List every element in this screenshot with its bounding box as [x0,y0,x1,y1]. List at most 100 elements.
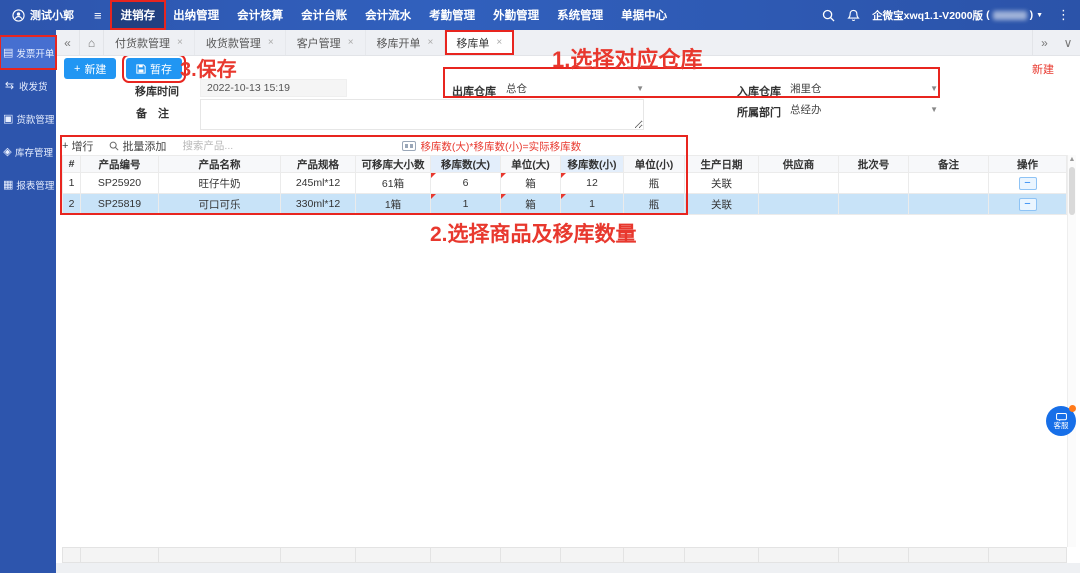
cell-unit-big[interactable]: 箱 [501,194,561,215]
vertical-scrollbar[interactable]: ▲ [1067,155,1076,547]
table-row[interactable]: 1 SP25920 旺仔牛奶 245ml*12 61箱 6 箱 12 瓶 关联 … [63,173,1067,194]
sidebar-item-report[interactable]: ▦ 报表管理 [0,168,56,201]
cell-qty-small[interactable]: 1 [561,194,624,215]
cell-batch[interactable] [839,173,909,194]
cell-batch[interactable] [839,194,909,215]
close-icon[interactable]: × [268,37,274,48]
plus-icon: + [62,140,68,152]
grid-toolbar: + 增行 批量添加 移库数(大)*移库数(小)=实际移库数 [62,138,1066,154]
customer-service-button[interactable]: 客服 [1046,406,1076,436]
cell-qty-big[interactable]: 1 [431,194,501,215]
footer-cell [989,548,1067,563]
menu-item-flow[interactable]: 会计流水 [356,2,420,28]
prod-date-link[interactable]: 关联 [685,194,759,215]
tab-overflow-icon[interactable]: » [1032,30,1056,55]
footer-cell [839,548,909,563]
cell-remark[interactable] [909,194,989,215]
cell-supplier[interactable] [759,194,839,215]
sidebar-item-shipping[interactable]: ⇆ 收发货 [0,69,56,102]
col-qty-big: 移库数(大) [431,156,501,173]
table-row-selected[interactable]: 2 SP25819 可口可乐 330ml*12 1箱 1 箱 1 瓶 关联 − [63,194,1067,215]
department-value: 总经办 [790,102,822,117]
department-label: 所属部门 [737,104,781,120]
product-search-input[interactable] [182,140,287,152]
menu-item-cashier[interactable]: 出纳管理 [164,2,228,28]
cell-unit-big[interactable]: 箱 [501,173,561,194]
cell-supplier[interactable] [759,173,839,194]
out-warehouse-select[interactable]: 总仓 ▼ [506,79,644,97]
col-prod-date: 生产日期 [685,156,759,173]
tab-receive-management[interactable]: 收货款管理 × [195,30,286,55]
tab-label: 付货款管理 [115,35,170,51]
batch-add-button[interactable]: 批量添加 [109,138,166,154]
bell-icon[interactable] [847,9,860,22]
save-icon [136,64,146,74]
plus-icon: + [74,63,80,75]
table-header-row: # 产品编号 产品名称 产品规格 可移库大小数 移库数(大) 单位(大) 移库数… [63,156,1067,173]
cell-qty-big[interactable]: 6 [431,173,501,194]
scrollbar-thumb[interactable] [1069,167,1075,215]
brand-paren: ( [986,9,990,21]
out-warehouse-value: 总仓 [506,81,527,96]
chevron-down-icon: ▼ [930,105,938,114]
sidebar-item-payment[interactable]: ▣ 货款管理 [0,102,56,135]
new-button[interactable]: + 新建 [64,58,116,79]
user-menu[interactable]: 测试小郭 [0,7,84,23]
avatar-icon [12,9,25,22]
menu-item-docs[interactable]: 单据中心 [612,2,676,28]
cell-unit-small[interactable]: 瓶 [624,194,685,215]
save-draft-button[interactable]: 暂存 [126,58,182,79]
department-select[interactable]: 总经办 ▼ [790,100,938,118]
footer-cell [81,548,159,563]
tab-customer-management[interactable]: 客户管理 × [286,30,366,55]
new-record-link[interactable]: 新建 [1032,61,1054,77]
collapse-tabs-icon[interactable]: « [56,30,80,55]
close-icon[interactable]: × [348,37,354,48]
tab-label: 收货款管理 [206,35,261,51]
menu-item-accounting[interactable]: 会计核算 [228,2,292,28]
cell-qty-small[interactable]: 12 [561,173,624,194]
sidebar-item-label: 货款管理 [16,112,54,126]
search-icon[interactable] [822,9,835,22]
main-menu: 进销存 出纳管理 会计核算 会计台账 会计流水 考勤管理 外勤管理 系统管理 单… [112,0,677,30]
cell-product-name[interactable]: 可口可乐 [159,194,281,215]
tab-transfer-order-create[interactable]: 移库开单 × [366,30,446,55]
menu-item-inventory[interactable]: 进销存 [112,2,165,28]
col-product-code: 产品编号 [81,156,159,173]
tab-pay-management[interactable]: 付货款管理 × [104,30,195,55]
close-icon[interactable]: × [177,37,183,48]
in-warehouse-select[interactable]: 湘里仓 ▼ [790,79,938,97]
add-row-label: 增行 [71,138,93,154]
prod-date-link[interactable]: 关联 [685,173,759,194]
sidebar-item-invoice[interactable]: ▤ 发票开单 [0,36,56,69]
tab-dropdown-icon[interactable]: ∨ [1056,30,1080,55]
cell-available: 61箱 [356,173,431,194]
home-icon[interactable]: ⌂ [80,30,104,55]
brand-version[interactable]: 企微宝xwq1.1-V2000版 ( ) ▼ [872,8,1043,23]
close-icon[interactable]: × [496,37,502,48]
menu-item-field[interactable]: 外勤管理 [484,2,548,28]
remove-row-button[interactable]: − [1019,177,1037,190]
footer-cell [501,548,561,563]
col-batch: 批次号 [839,156,909,173]
footer-cell [356,548,431,563]
add-row-button[interactable]: + 增行 [62,138,93,154]
brand-paren: ) [1030,9,1034,21]
cell-unit-small[interactable]: 瓶 [624,173,685,194]
remark-textarea[interactable] [200,99,644,130]
close-icon[interactable]: × [428,37,434,48]
sidebar-item-inventory[interactable]: ◈ 库存管理 [0,135,56,168]
scroll-up-icon[interactable]: ▲ [1068,155,1076,165]
menu-item-ledger[interactable]: 会计台账 [292,2,356,28]
hamburger-icon[interactable]: ≡ [84,8,112,23]
tab-transfer-order[interactable]: 移库单 × [445,30,514,55]
cell-remark[interactable] [909,173,989,194]
annotation-step3: 3.保存 [180,53,237,82]
remove-row-button[interactable]: − [1019,198,1037,211]
chevron-down-icon: ▼ [930,84,938,93]
col-action: 操作 [989,156,1067,173]
cell-product-name[interactable]: 旺仔牛奶 [159,173,281,194]
more-options-icon[interactable]: ⋮ [1055,7,1070,23]
menu-item-attendance[interactable]: 考勤管理 [420,2,484,28]
menu-item-system[interactable]: 系统管理 [548,2,612,28]
